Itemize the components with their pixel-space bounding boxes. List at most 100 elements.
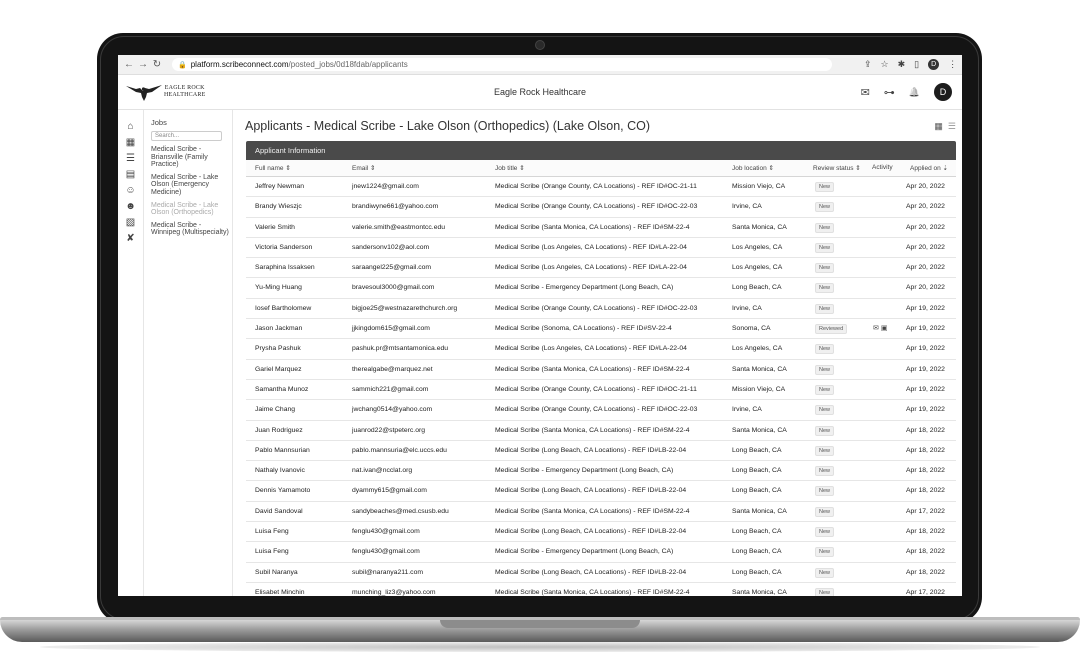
cell-job-location: Irvine, CA	[732, 304, 762, 312]
users-icon[interactable]: ☻	[118, 198, 143, 214]
col-job-title[interactable]: Job title ⇕	[495, 164, 525, 172]
cell-full-name[interactable]: Prysha Pashuk	[255, 345, 301, 352]
cell-full-name[interactable]: Brandy Wieszjc	[255, 203, 302, 210]
table-row[interactable]: Brandy Wieszjc brandiwyne661@yahoo.com Med…	[246, 197, 956, 218]
cell-applied-on: Apr 20, 2022	[906, 264, 945, 272]
note-icon[interactable]: ▣	[879, 325, 888, 332]
list-check-icon[interactable]: ☰	[118, 150, 143, 166]
tools-icon[interactable]: ✘	[118, 230, 143, 246]
job-list: Medical Scribe - Briansville (Family Pra…	[144, 146, 232, 237]
table-row[interactable]: Jason Jackman jjkingdom615@gmail.com Medic…	[246, 319, 956, 340]
list-view-icon[interactable]: ☰	[948, 121, 956, 132]
table-row[interactable]: Valerie Smith valerie.smith@eastmontcc.ed…	[246, 218, 956, 238]
cell-email: jjkingdom615@gmail.com	[352, 325, 430, 333]
lock-icon: 🔒	[178, 61, 187, 69]
mail-icon[interactable]: ✉	[861, 86, 870, 99]
cell-full-name[interactable]: Jeffrey Newman	[255, 183, 304, 190]
col-job-location[interactable]: Job location ⇕	[732, 164, 774, 172]
job-list-item[interactable]: Medical Scribe - Winnipeg (Multispecialt…	[151, 222, 229, 237]
job-list-item[interactable]: Medical Scribe - Lake Olson (Emergency M…	[151, 174, 229, 197]
grid-view-icon[interactable]: ▦	[934, 121, 943, 132]
col-review-status[interactable]: Review status ⇕	[813, 164, 861, 172]
table-row[interactable]: Iosef Bartholomew bigjoe25@westnazarethch…	[246, 299, 956, 320]
column-headers: Full name ⇕ Email ⇕ Job title ⇕ Job loca…	[246, 160, 956, 177]
status-badge: New	[815, 263, 835, 274]
cell-full-name[interactable]: Luisa Feng	[255, 548, 289, 555]
user-avatar[interactable]: D	[934, 83, 952, 101]
cell-full-name[interactable]: Pablo Mannsurian	[255, 447, 310, 454]
table-row[interactable]: Subil Naranya subil@naranya211.com Medical…	[246, 563, 956, 583]
job-list-item[interactable]: Medical Scribe - Lake Olson (Orthopedics…	[151, 202, 229, 217]
cell-full-name[interactable]: Juan Rodriguez	[255, 427, 303, 434]
menu-icon[interactable]: ⋮	[948, 59, 957, 70]
table-row[interactable]: Luisa Feng fenglu430@gmail.com Medical Scr…	[246, 522, 956, 543]
cell-applied-on: Apr 19, 2022	[906, 406, 945, 414]
back-icon[interactable]: ←	[122, 59, 136, 70]
profile-avatar[interactable]: D	[928, 59, 940, 70]
side-panel-icon[interactable]: ▯	[914, 59, 919, 70]
cell-email: fenglu430@gmail.com	[352, 548, 420, 556]
cell-full-name[interactable]: Subil Naranya	[255, 569, 298, 576]
table-row[interactable]: Nathaly Ivanovic nat.ivan@ncclat.org Medic…	[246, 461, 956, 482]
extensions-icon[interactable]: ✱	[898, 59, 906, 70]
status-badge: New	[815, 344, 835, 355]
table-row[interactable]: Saraphina Issaksen saraangel225@gmail.com…	[246, 258, 956, 279]
col-applied-on[interactable]: Applied on ⇣	[910, 164, 948, 172]
table-row[interactable]: Juan Rodriguez juanrod22@stpeterc.org Medi…	[246, 421, 956, 441]
table-row[interactable]: Dennis Yamamoto dyammy615@gmail.com Medica…	[246, 481, 956, 502]
cell-full-name[interactable]: Jason Jackman	[255, 325, 302, 332]
table-row[interactable]: Jaime Chang jwchang0514@yahoo.com Medical …	[246, 400, 956, 421]
table-row[interactable]: Gariel Marquez therealgabe@marquez.net Med…	[246, 360, 956, 380]
cell-full-name[interactable]: Elisabet Minchin	[255, 589, 305, 596]
table-row[interactable]: Yu-Ming Huang bravesoul3000@gmail.com Medi…	[246, 278, 956, 299]
status-badge: New	[815, 547, 835, 558]
status-badge: New	[815, 242, 835, 253]
reload-icon[interactable]: ↻	[150, 59, 164, 70]
share-icon[interactable]: ⇪	[864, 59, 872, 70]
cell-job-location: Long Beach, CA	[732, 548, 782, 556]
document-icon[interactable]: ▤	[118, 166, 143, 182]
address-bar[interactable]: 🔒 platform.scribeconnect.com/posted_jobs…	[172, 58, 832, 71]
cell-full-name[interactable]: Nathaly Ivanovic	[255, 467, 305, 474]
cell-full-name[interactable]: Gariel Marquez	[255, 366, 301, 373]
cell-job-title: Medical Scribe (Santa Monica, CA Locatio…	[495, 588, 690, 596]
cell-applied-on: Apr 20, 2022	[906, 203, 945, 211]
user-icon[interactable]: ☺	[118, 182, 143, 198]
cell-job-title: Medical Scribe (Orange County, CA Locati…	[495, 385, 697, 393]
cell-full-name[interactable]: Jaime Chang	[255, 406, 295, 413]
cell-full-name[interactable]: Luisa Feng	[255, 528, 289, 535]
col-full-name[interactable]: Full name ⇕	[255, 164, 291, 172]
table-row[interactable]: Elisabet Minchin munching_liz3@yahoo.com M…	[246, 583, 956, 596]
cell-full-name[interactable]: Samantha Munoz	[255, 386, 308, 393]
status-badge: New	[815, 445, 835, 456]
home-icon[interactable]: ⌂	[118, 118, 143, 134]
table-row[interactable]: David Sandoval sandybeaches@med.csusb.edu…	[246, 502, 956, 523]
cell-full-name[interactable]: David Sandoval	[255, 508, 303, 515]
id-card-icon[interactable]: ▧	[118, 214, 143, 230]
jobs-search-input[interactable]: Search...	[151, 131, 222, 141]
table-row[interactable]: Prysha Pashuk pashuk.pr@mtsantamonica.edu…	[246, 339, 956, 360]
table-row[interactable]: Victoria Sanderson sandersonv102@aol.com M…	[246, 238, 956, 259]
table-row[interactable]: Pablo Mannsurian pablo.mannsuria@elc.uccs…	[246, 441, 956, 462]
forward-icon[interactable]: →	[136, 59, 150, 70]
star-icon[interactable]: ☆	[881, 59, 889, 70]
jobs-label: Jobs	[151, 118, 167, 127]
org-chart-icon[interactable]: ⊶	[884, 86, 895, 99]
cell-full-name[interactable]: Saraphina Issaksen	[255, 264, 315, 271]
table-row[interactable]: Luisa Feng fenglu430@gmail.com Medical Scr…	[246, 542, 956, 563]
cell-full-name[interactable]: Valerie Smith	[255, 224, 295, 231]
cell-job-location: Long Beach, CA	[732, 568, 782, 576]
col-email[interactable]: Email ⇕	[352, 164, 376, 172]
status-badge: New	[815, 567, 835, 578]
job-list-item[interactable]: Medical Scribe - Briansville (Family Pra…	[151, 146, 229, 169]
bell-icon[interactable]: 🔔	[909, 87, 920, 98]
table-row[interactable]: Jeffrey Newman jnew1224@gmail.com Medical …	[246, 177, 956, 198]
building-icon[interactable]: ▦	[118, 134, 143, 150]
cell-full-name[interactable]: Victoria Sanderson	[255, 244, 312, 251]
cell-job-location: Irvine, CA	[732, 203, 762, 211]
cell-job-location: Santa Monica, CA	[732, 588, 787, 596]
cell-full-name[interactable]: Iosef Bartholomew	[255, 305, 311, 312]
table-row[interactable]: Samantha Munoz sammich221@gmail.com Medica…	[246, 380, 956, 401]
cell-full-name[interactable]: Dennis Yamamoto	[255, 487, 310, 494]
cell-full-name[interactable]: Yu-Ming Huang	[255, 284, 302, 291]
